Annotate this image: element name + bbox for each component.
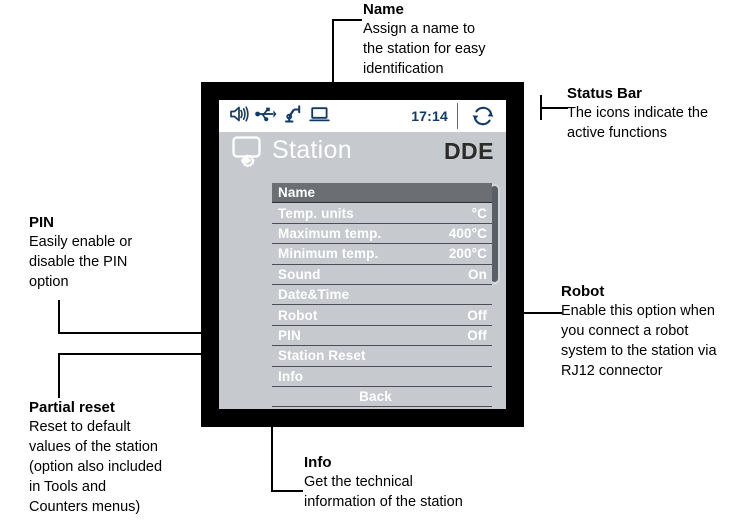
menu-item-value: °C bbox=[471, 205, 487, 221]
menu-item-value: 200°C bbox=[448, 246, 487, 262]
page-title: Station bbox=[272, 136, 352, 164]
menu-item-label: Info bbox=[278, 368, 304, 384]
callout-status-bar-title: Status Bar bbox=[567, 85, 643, 102]
usb-icon bbox=[255, 105, 277, 128]
robot-arm-icon bbox=[283, 104, 303, 129]
menu-item-temp-units[interactable]: Temp. units °C bbox=[272, 203, 492, 224]
leader-statusbar-horizontal bbox=[540, 107, 568, 109]
device-screen: 17:14 Station DDE Name Temp. units °C Ma… bbox=[219, 100, 506, 409]
menu-list-tail bbox=[272, 407, 492, 409]
station-settings-icon bbox=[227, 134, 269, 179]
laptop-icon bbox=[309, 105, 330, 128]
menu-item-maximum-temp[interactable]: Maximum temp. 400°C bbox=[272, 223, 492, 245]
callout-name-title: Name bbox=[363, 1, 404, 18]
callout-robot-body: Enable this option when you connect a ro… bbox=[561, 303, 717, 379]
callout-partial-reset-title: Partial reset bbox=[29, 399, 115, 416]
menu-item-value: On bbox=[468, 266, 487, 282]
screen-header: Station DDE bbox=[219, 132, 506, 174]
menu-item-label: Maximum temp. bbox=[278, 225, 382, 241]
callout-robot-title: Robot bbox=[561, 283, 605, 300]
leader-statusbar-vertical bbox=[540, 95, 542, 120]
callout-name-body: Assign a name to the station for easy id… bbox=[363, 21, 486, 77]
device-frame: 17:14 Station DDE Name Temp. units °C Ma… bbox=[201, 82, 524, 427]
callout-status-bar-body: The icons indicate the active functions bbox=[567, 105, 709, 141]
callout-info: Info Get the technical information of th… bbox=[304, 453, 463, 512]
settings-menu-list: Name Temp. units °C Maximum temp. 400°C … bbox=[272, 183, 492, 409]
menu-item-label: Temp. units bbox=[278, 205, 354, 221]
menu-item-robot[interactable]: Robot Off bbox=[272, 305, 492, 326]
menu-item-value: 400°C bbox=[448, 225, 487, 241]
menu-item-info[interactable]: Info bbox=[272, 366, 492, 387]
sync-icon[interactable] bbox=[470, 104, 496, 133]
menu-item-value: Off bbox=[467, 307, 487, 323]
leader-info-horizontal bbox=[271, 490, 303, 492]
leader-name-horizontal bbox=[332, 19, 362, 21]
menu-item-label: Date&Time bbox=[278, 287, 350, 303]
callout-pin-title: PIN bbox=[29, 214, 55, 231]
menu-item-label: Minimum temp. bbox=[278, 246, 379, 262]
menu-item-label: Name bbox=[278, 185, 316, 201]
callout-pin-body: Easily enable or disable the PIN option bbox=[29, 234, 133, 290]
leader-partialreset-vertical bbox=[58, 353, 60, 398]
leader-pin-vertical bbox=[58, 300, 60, 333]
menu-item-minimum-temp[interactable]: Minimum temp. 200°C bbox=[272, 244, 492, 265]
station-code: DDE bbox=[443, 138, 494, 164]
callout-info-body: Get the technical information of the sta… bbox=[304, 474, 463, 510]
back-button[interactable]: Back bbox=[272, 386, 492, 408]
callout-status-bar: Status Bar The icons indicate the active… bbox=[567, 84, 708, 143]
status-bar-clock: 17:14 bbox=[411, 108, 448, 124]
menu-item-date-time[interactable]: Date&Time bbox=[272, 284, 492, 306]
back-button-label: Back bbox=[359, 389, 392, 405]
callout-robot: Robot Enable this option when you connec… bbox=[561, 282, 717, 381]
status-bar-icons bbox=[219, 104, 330, 129]
callout-info-title: Info bbox=[304, 454, 332, 471]
callout-partial-reset: Partial reset Reset to default values of… bbox=[29, 398, 162, 517]
menu-item-station-reset[interactable]: Station Reset bbox=[272, 346, 492, 367]
menu-item-pin[interactable]: PIN Off bbox=[272, 325, 492, 347]
callout-pin: PIN Easily enable or disable the PIN opt… bbox=[29, 213, 132, 292]
scrollbar-thumb[interactable] bbox=[491, 186, 498, 282]
status-bar-divider bbox=[456, 103, 458, 129]
callout-name: Name Assign a name to the station for ea… bbox=[363, 0, 486, 79]
status-bar: 17:14 bbox=[219, 100, 506, 132]
menu-item-label: Sound bbox=[278, 266, 321, 282]
menu-item-label: PIN bbox=[278, 327, 301, 343]
menu-item-label: Station Reset bbox=[278, 348, 366, 364]
menu-item-value: Off bbox=[467, 327, 487, 343]
speaker-icon bbox=[229, 105, 249, 128]
menu-item-name[interactable]: Name bbox=[272, 183, 492, 204]
menu-item-label: Robot bbox=[278, 307, 318, 323]
callout-partial-reset-body: Reset to default values of the station (… bbox=[29, 419, 163, 515]
menu-item-sound[interactable]: Sound On bbox=[272, 264, 492, 285]
